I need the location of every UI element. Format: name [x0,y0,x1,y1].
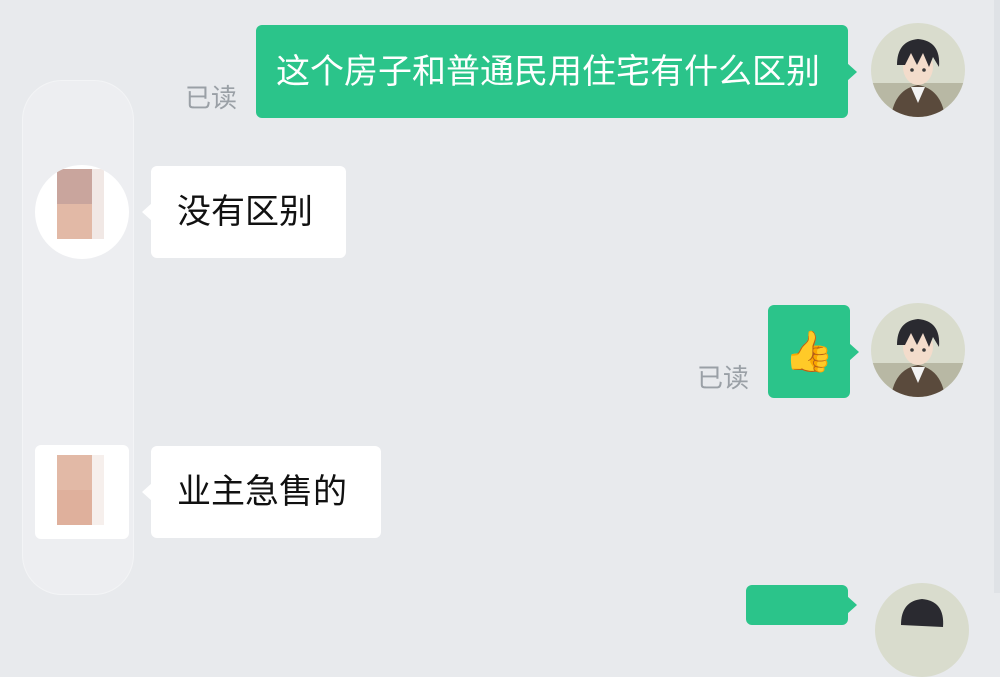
contact-avatar[interactable] [35,165,129,259]
message-text: 没有区别 [177,192,313,232]
message-text: 业主急售的 [177,472,347,512]
incoming-message-bubble[interactable]: 没有区别 [142,166,346,258]
read-status: 已读 [185,84,238,114]
outgoing-emoji-bubble[interactable]: 👍 [768,305,859,398]
scrollbar-track[interactable] [994,0,1000,593]
my-avatar[interactable] [871,303,965,397]
my-avatar[interactable] [871,23,965,117]
read-status: 已读 [697,364,750,394]
incoming-message-bubble[interactable]: 业主急售的 [142,446,381,538]
outgoing-message-bubble-partial[interactable] [746,585,857,625]
thumbs-up-icon: 👍 [784,328,834,375]
message-text: 这个房子和普通民用住宅有什么区别 [276,51,820,92]
my-avatar[interactable] [875,583,969,677]
outgoing-message-bubble[interactable]: 这个房子和普通民用住宅有什么区别 [256,25,857,118]
contact-avatar[interactable] [35,445,129,539]
chat-message-list: 已读 这个房子和普通民用住宅有什么区别 没有区别 已读 👍 业主急售的 [0,0,1000,677]
